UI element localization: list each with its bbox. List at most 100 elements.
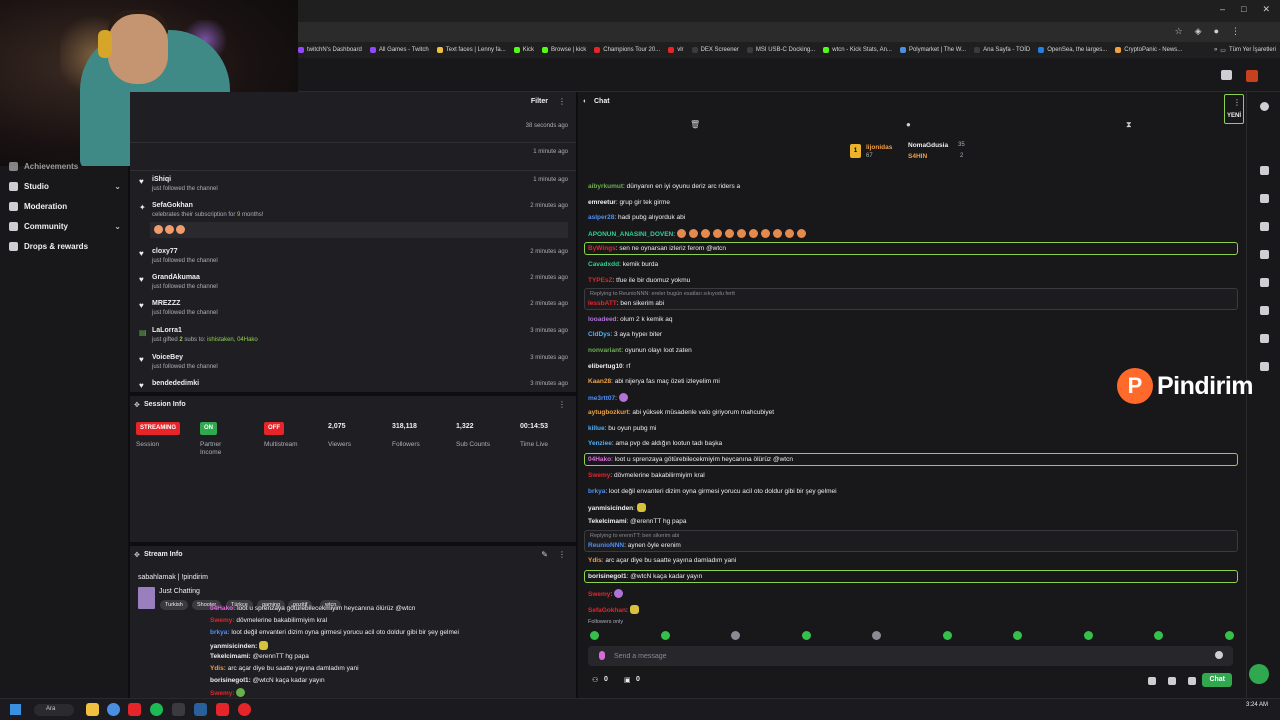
emote-icon[interactable]: [1013, 631, 1022, 640]
chrome-icon[interactable]: [107, 703, 120, 716]
sidebar-item-moderation[interactable]: Moderation: [9, 202, 121, 211]
bookmark[interactable]: Polymarket | The W...: [899, 47, 966, 53]
sidebar-item-community[interactable]: Community ⌄: [9, 222, 121, 231]
tag[interactable]: Turkish: [160, 600, 188, 610]
camera-icon[interactable]: [1260, 166, 1269, 175]
activity-row[interactable]: ♥ VoiceBey just followed the channel 3 m…: [130, 354, 576, 376]
bits-icon[interactable]: ▣: [624, 676, 631, 684]
chat-username[interactable]: nonvariant: [588, 347, 621, 354]
minimize-icon[interactable]: –: [1220, 4, 1225, 15]
emote-icon[interactable]: [731, 631, 740, 640]
chat-input[interactable]: [614, 649, 1194, 663]
sidebar-item-drops-rewards[interactable]: Drops & rewards: [9, 242, 121, 251]
bookmark[interactable]: twitchN's Dashboard: [298, 47, 362, 53]
chat-username[interactable]: looadeed: [588, 316, 617, 323]
chat-message[interactable]: Kaan28: abi nijerya fas maç özeti izleye…: [588, 378, 720, 385]
chat-username[interactable]: aibyrkumut: [588, 183, 623, 190]
chat-username[interactable]: yanmisicinden: [588, 505, 633, 512]
chat-username[interactable]: Kaan28: [588, 378, 611, 385]
chat-message[interactable]: Swemy: dövmelerine bakabilirmiyim kral: [588, 472, 705, 479]
new-feature-badge[interactable]: ⋮ YENİ: [1224, 94, 1244, 124]
chat-username[interactable]: aytugbozkurt: [588, 409, 629, 416]
close-icon[interactable]: ✕: [1262, 4, 1270, 15]
activity-row[interactable]: ♥ bendededimki 3 minutes ago: [130, 380, 576, 392]
emote-icon[interactable]: [1224, 631, 1234, 640]
chat-message[interactable]: aibyrkumut: dünyanın en iyi oyunu deriz …: [588, 183, 740, 190]
emote-icon[interactable]: [872, 631, 881, 640]
chat-username[interactable]: elibertug10: [588, 363, 623, 370]
bookmark[interactable]: Champions Tour 20...: [594, 47, 660, 53]
chat-message[interactable]: ByWings: sen ne oynarsan izleriz ferom @…: [588, 245, 726, 252]
chat-message[interactable]: brkya: loot değil envanteri dizim oyna g…: [588, 488, 837, 495]
profile-icon[interactable]: ●: [1214, 26, 1219, 37]
bookmark[interactable]: DEX Screener: [691, 47, 739, 53]
chat-message[interactable]: killue: bu oyun pubg mi: [588, 425, 656, 432]
menu-icon[interactable]: ⋮: [1231, 26, 1240, 37]
chat-username[interactable]: Yenziee: [588, 440, 612, 447]
chat-message[interactable]: Cavadxdd: kemik burda: [588, 261, 658, 268]
taskbar-search[interactable]: Ara: [34, 704, 74, 716]
chat-username[interactable]: lessbATT: [588, 300, 617, 307]
chat-message[interactable]: Ydis: arc açar diye bu saatte yayına dam…: [588, 557, 736, 564]
chat-message[interactable]: 04Hako: loot u sprenzaya götürebilecekmi…: [588, 456, 793, 463]
more-options-icon[interactable]: ⋮: [558, 400, 566, 409]
sidebar-item-studio[interactable]: Studio ⌄: [9, 182, 121, 191]
emote-icon[interactable]: [1154, 631, 1163, 640]
settings-icon[interactable]: [1168, 677, 1176, 685]
bookmark[interactable]: OpenSea, the larges...: [1038, 47, 1107, 53]
chat-message[interactable]: ReunioNNN: aynen öyle erenim: [588, 542, 681, 549]
app-icon[interactable]: [238, 703, 251, 716]
chat-username[interactable]: brkya: [588, 488, 605, 495]
chat-bubble-icon[interactable]: [1148, 677, 1156, 685]
app-icon[interactable]: [216, 703, 229, 716]
mic-icon[interactable]: [599, 651, 605, 660]
chat-username[interactable]: TYPEsZ: [588, 277, 613, 284]
bookmark[interactable]: Ana Sayfa - TOİD: [974, 47, 1030, 53]
activity-row[interactable]: ▤ LaLorra1 just gifted 2 subs to: ishist…: [130, 327, 576, 349]
lightning-icon[interactable]: [1260, 194, 1269, 203]
emote-icon[interactable]: [1083, 631, 1093, 640]
chat-message[interactable]: Tekelcimami: @erennTT hg papa: [588, 518, 687, 525]
document-icon[interactable]: [1260, 222, 1269, 231]
chat-username[interactable]: Tekelcimami: [588, 518, 627, 525]
steam-icon[interactable]: [194, 703, 207, 716]
chat-username[interactable]: Swemy: [588, 591, 610, 598]
hourglass-icon[interactable]: ⧗: [1126, 120, 1132, 130]
more-options-icon[interactable]: ⋮: [558, 550, 566, 559]
chat-message[interactable]: nonvariant: oyunun olayı loot zaten: [588, 347, 692, 354]
bookmark[interactable]: Text faces | Lenny fa...: [436, 47, 506, 53]
extensions-icon[interactable]: ◈: [1195, 26, 1202, 37]
activity-row[interactable]: ♥ cloxy77 just followed the channel 2 mi…: [130, 248, 576, 270]
bookmark[interactable]: Kick: [513, 47, 534, 53]
activity-row[interactable]: ♥ GrandAkumaa just followed the channel …: [130, 274, 576, 296]
chat-message[interactable]: looadeed: olum 2 k kemik aq: [588, 316, 673, 323]
chat-input-box[interactable]: [588, 646, 1233, 666]
chat-username[interactable]: borisinegol1: [588, 573, 627, 580]
bookmark[interactable]: CryptoPanic - News...: [1115, 47, 1182, 53]
sidebar-item-achievements[interactable]: Achievements: [9, 162, 121, 171]
bookmark[interactable]: MSI USB-C Docking...: [746, 47, 815, 53]
emote-icon[interactable]: [942, 631, 952, 640]
trash-icon[interactable]: 🗑: [690, 120, 700, 129]
pin-icon[interactable]: [1260, 334, 1269, 343]
file-explorer-icon[interactable]: [86, 703, 99, 716]
star-icon[interactable]: ☆: [1175, 26, 1183, 37]
chat-message[interactable]: Swemy:: [588, 589, 626, 598]
drag-handle-icon[interactable]: ✥: [134, 401, 140, 409]
chat-username[interactable]: SefaGokhan: [588, 607, 626, 614]
chat-message[interactable]: SefaGokhan:: [588, 605, 642, 614]
channel-points-icon[interactable]: ⚇: [592, 676, 598, 684]
chat-username[interactable]: killue: [588, 425, 605, 432]
chat-username[interactable]: Ydis: [588, 557, 602, 564]
emote-icon[interactable]: [590, 631, 599, 640]
chat-message[interactable]: me3rtt07:: [588, 393, 631, 402]
chat-message[interactable]: lessbATT: ben sikerim abi: [588, 300, 664, 307]
all-bookmarks[interactable]: » ▭ Tüm Yer İşaretleri: [1213, 42, 1280, 58]
creator-tools-icon[interactable]: [1221, 70, 1232, 80]
edit-icon[interactable]: ✎: [541, 550, 548, 559]
chat-message[interactable]: CldDys: 3 aya hypeı biter: [588, 331, 662, 338]
app-icon[interactable]: [128, 703, 141, 716]
maximize-icon[interactable]: □: [1241, 4, 1246, 15]
wrench-icon[interactable]: [1260, 306, 1269, 315]
avatar[interactable]: [1246, 70, 1258, 82]
